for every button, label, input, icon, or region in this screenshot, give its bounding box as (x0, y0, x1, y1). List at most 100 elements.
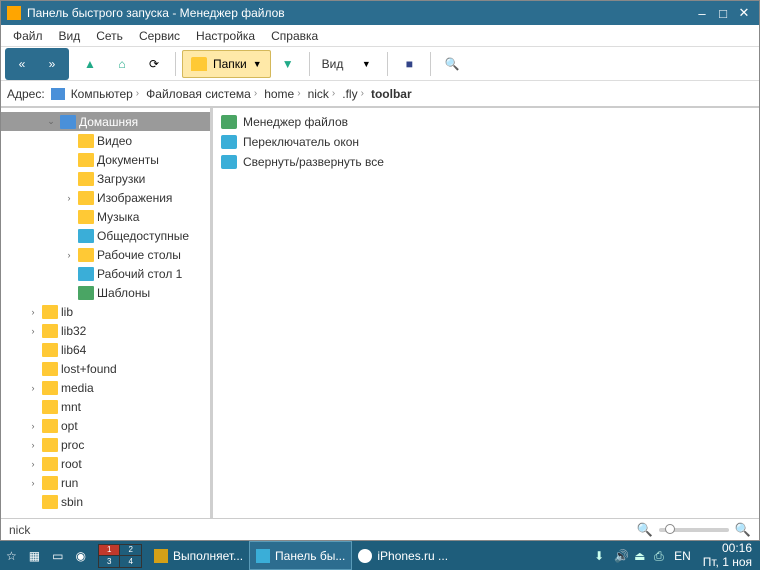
tree-item[interactable]: Загрузки (1, 169, 210, 188)
file-item[interactable]: Свернуть/развернуть все (213, 152, 759, 172)
expand-icon[interactable]: › (27, 383, 39, 393)
folder-icon (78, 153, 94, 167)
network-icon[interactable]: ⎙ (654, 549, 668, 563)
menu-file[interactable]: Файл (5, 27, 51, 45)
folder-icon (78, 210, 94, 224)
volume-icon[interactable]: 🔊 (614, 549, 628, 563)
breadcrumb[interactable]: .fly› (340, 85, 369, 103)
expand-icon[interactable]: › (27, 307, 39, 317)
taskbar-item-run[interactable]: Выполняет... (148, 541, 249, 570)
zoom-in-icon[interactable]: 🔍 (735, 522, 751, 538)
expand-icon[interactable]: › (63, 250, 75, 260)
breadcrumb-current[interactable]: toolbar (369, 85, 414, 103)
close-button[interactable]: ✕ (735, 4, 753, 22)
fm-icon (256, 549, 270, 563)
expand-icon[interactable]: › (27, 440, 39, 450)
tree-item[interactable]: mnt (1, 397, 210, 416)
breadcrumb[interactable]: Файловая система› (144, 85, 262, 103)
folder-icon (42, 476, 58, 490)
menu-settings[interactable]: Настройка (188, 27, 263, 45)
tree-item[interactable]: ›proc (1, 435, 210, 454)
expand-icon[interactable]: › (63, 193, 75, 203)
app-icon (7, 6, 21, 20)
tree-item[interactable]: ›Рабочие столы (1, 245, 210, 264)
expand-icon[interactable]: › (27, 421, 39, 431)
chevron-down-icon: ▼ (253, 59, 262, 69)
filter-button[interactable]: ▼ (273, 50, 303, 78)
tree-item[interactable]: ›lib (1, 302, 210, 321)
menu-view[interactable]: Вид (51, 27, 89, 45)
tree-label: Рабочий стол 1 (97, 267, 182, 281)
home-button[interactable]: ⌂ (107, 50, 137, 78)
tree-item[interactable]: Документы (1, 150, 210, 169)
maximize-button[interactable]: □ (714, 4, 732, 22)
taskview-button[interactable]: ▭ (46, 541, 69, 570)
start-button[interactable]: ☆ (0, 541, 23, 570)
tree-item[interactable]: › run (1, 473, 210, 492)
tree-item[interactable]: Видео (1, 131, 210, 150)
zoom-slider[interactable] (659, 528, 729, 532)
file-item[interactable]: Переключатель окон (213, 132, 759, 152)
folders-dropdown[interactable]: Папки ▼ (182, 50, 271, 78)
language-indicator[interactable]: EN (674, 549, 691, 563)
file-label: Переключатель окон (243, 135, 359, 149)
search-button[interactable]: 🔍 (437, 50, 467, 78)
expand-icon[interactable]: › (27, 326, 39, 336)
tree-item[interactable]: › Изображения (1, 188, 210, 207)
menu-help[interactable]: Справка (263, 27, 326, 45)
file-manager-window: Панель быстрого запуска - Менеджер файло… (0, 0, 760, 541)
tree-item[interactable]: ›opt (1, 416, 210, 435)
tree-item[interactable]: ›media (1, 378, 210, 397)
tree-item[interactable]: lib64 (1, 340, 210, 359)
folder-icon (42, 495, 58, 509)
tree-label: Документы (97, 153, 159, 167)
folder-icon (78, 267, 94, 281)
show-hidden-button[interactable]: ■ (394, 50, 424, 78)
download-icon[interactable]: ⬇ (594, 549, 608, 563)
breadcrumb[interactable]: home› (262, 85, 305, 103)
tree-label: run (61, 476, 78, 490)
clock[interactable]: 00:16 Пт, 1 ноя (695, 542, 760, 568)
tree-label: Изображения (97, 191, 172, 205)
expand-icon[interactable]: › (27, 459, 39, 469)
tree-item[interactable]: ⌄Домашняя (1, 112, 210, 131)
disk-button[interactable]: ◉ (69, 541, 91, 570)
workspace-pager[interactable]: 1234 (92, 541, 148, 570)
breadcrumb[interactable]: Компьютер› (69, 85, 144, 103)
folder-icon (191, 57, 207, 71)
menu-network[interactable]: Сеть (88, 27, 131, 45)
file-item[interactable]: Менеджер файлов (213, 112, 759, 132)
folder-icon (42, 400, 58, 414)
separator (430, 52, 431, 76)
tree-item[interactable]: ›lib32 (1, 321, 210, 340)
titlebar[interactable]: Панель быстрого запуска - Менеджер файло… (1, 1, 759, 25)
tree-item[interactable]: lost+found (1, 359, 210, 378)
usb-icon[interactable]: ⏏ (634, 549, 648, 563)
folder-tree[interactable]: ⌄ДомашняяВидео Документы Загрузки › Изображе… (1, 108, 213, 518)
zoom-out-icon[interactable]: 🔍 (637, 522, 653, 538)
view-dropdown[interactable]: ▼ (351, 50, 381, 78)
up-button[interactable]: ▲ (75, 50, 105, 78)
tree-item[interactable]: Рабочий стол 1 (1, 264, 210, 283)
menu-service[interactable]: Сервис (131, 27, 188, 45)
tree-item[interactable]: Музыка (1, 207, 210, 226)
folder-icon (42, 381, 58, 395)
back-button[interactable]: « (7, 50, 37, 78)
view-label: Вид (316, 57, 350, 71)
tree-item[interactable]: Общедоступные (1, 226, 210, 245)
minimize-button[interactable]: – (693, 4, 711, 22)
taskbar-item-filemanager[interactable]: Панель бы... (249, 541, 352, 570)
show-desktop-button[interactable]: ▦ (23, 541, 46, 570)
tree-item[interactable]: ›root (1, 454, 210, 473)
forward-button[interactable]: » (37, 50, 67, 78)
tree-item[interactable]: sbin (1, 492, 210, 511)
breadcrumb[interactable]: nick› (306, 85, 341, 103)
file-list[interactable]: Менеджер файлов Переключатель окон Свернут… (213, 108, 759, 518)
expand-icon[interactable]: › (27, 478, 39, 488)
folder-icon (78, 134, 94, 148)
refresh-button[interactable]: ⟳ (139, 50, 169, 78)
expand-icon[interactable]: ⌄ (45, 116, 57, 127)
tree-item[interactable]: Шаблоны (1, 283, 210, 302)
folder-icon (78, 191, 94, 205)
taskbar-item-browser[interactable]: iPhones.ru ... (352, 541, 454, 570)
